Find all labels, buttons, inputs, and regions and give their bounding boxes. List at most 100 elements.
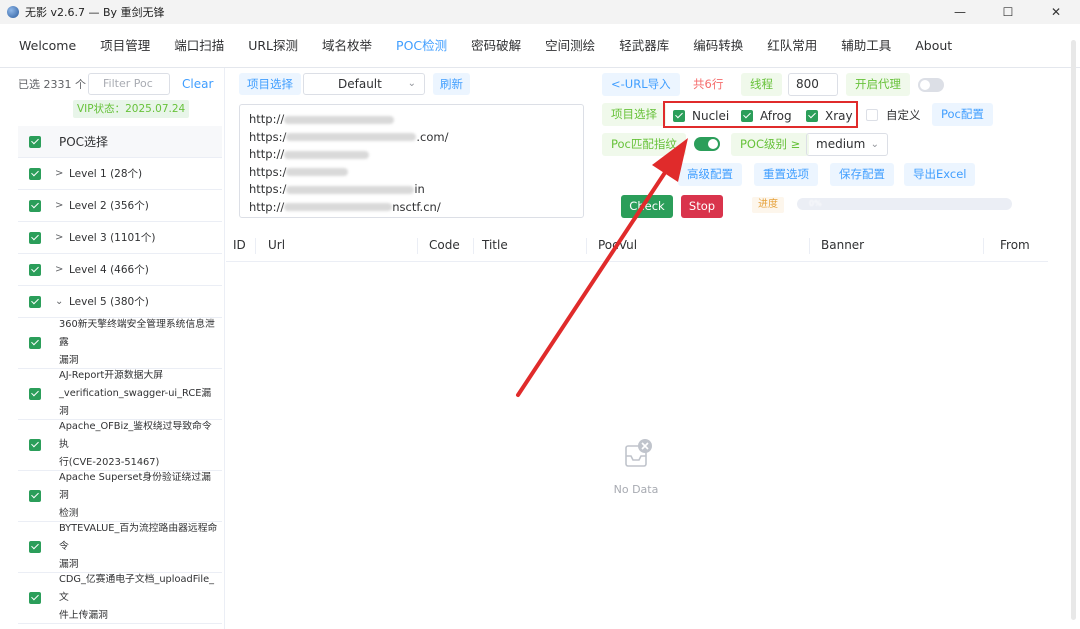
thread-count-input[interactable]: 800: [788, 73, 838, 96]
custom-engine[interactable]: 自定义: [866, 107, 921, 123]
menu-tools[interactable]: 辅助工具: [829, 24, 903, 68]
checkbox-checked-icon[interactable]: [673, 110, 685, 122]
selected-count: 已选 2331 个: [18, 78, 86, 91]
tree-level-5[interactable]: ⌄ Level 5 (380个): [18, 286, 222, 318]
reset-options-button[interactable]: 重置选项: [754, 163, 818, 186]
menu-poc-detect[interactable]: POC检测: [384, 24, 459, 68]
poc-item[interactable]: Apache_OFBiz_鉴权绕过导致命令执 行(CVE-2023-51467): [18, 420, 222, 471]
menu-port-scan[interactable]: 端口扫描: [162, 24, 236, 68]
close-button[interactable]: ✕: [1032, 0, 1080, 24]
minimize-button[interactable]: —: [936, 0, 984, 24]
column-title[interactable]: Title: [482, 230, 508, 262]
checkbox-checked-icon[interactable]: [29, 337, 41, 349]
poc-item[interactable]: 360新天擎终端安全管理系统信息泄露 漏洞: [18, 318, 222, 369]
engine-afrog[interactable]: Afrog: [741, 109, 792, 123]
url-line: http://: [249, 111, 574, 129]
advanced-config-button[interactable]: 高级配置: [678, 163, 742, 186]
column-id[interactable]: ID: [233, 230, 246, 262]
progress-label: 进度: [752, 197, 784, 213]
progress-text: 0%: [809, 199, 822, 208]
checkbox-unchecked-icon[interactable]: [866, 109, 878, 121]
checkbox-checked-icon[interactable]: [29, 167, 41, 180]
engine-selection-highlight: Nuclei Afrog Xray: [663, 101, 858, 128]
total-lines-count: 共6行: [693, 77, 724, 91]
poc-item[interactable]: CDG_亿赛通电子文档_uploadFile_文 件上传漏洞: [18, 573, 222, 624]
tree-level-3[interactable]: > Level 3 (1101个): [18, 222, 222, 254]
url-line: http://: [249, 146, 574, 164]
url-import-button[interactable]: <-URL导入: [602, 73, 680, 96]
menu-project[interactable]: 项目管理: [88, 24, 162, 68]
engine-label: Nuclei: [692, 109, 730, 123]
column-from[interactable]: From: [1000, 230, 1030, 262]
chevron-right-icon[interactable]: >: [55, 168, 63, 179]
url-line: http://nsctf.cn/: [249, 199, 441, 214]
refresh-button[interactable]: 刷新: [433, 73, 470, 95]
menu-domain-enum[interactable]: 域名枚举: [310, 24, 384, 68]
checkbox-checked-icon[interactable]: [29, 490, 41, 502]
sidebar-divider: [224, 68, 225, 629]
poc-name: Apache_OFBiz_鉴权绕过导致命令执: [59, 421, 212, 450]
project-select-label: 项目选择: [239, 73, 301, 95]
chevron-right-icon[interactable]: >: [55, 264, 63, 275]
poc-name: BYTEVALUE_百为流控路由器远程命令: [59, 523, 218, 552]
checkbox-checked-icon[interactable]: [29, 295, 41, 308]
checkbox-checked-icon[interactable]: [806, 110, 818, 122]
menu-red-team[interactable]: 红队常用: [755, 24, 829, 68]
proxy-toggle[interactable]: [918, 78, 944, 92]
poc-item[interactable]: AJ-Report开源数据大屏 _verification_swagger-ui_…: [18, 369, 222, 420]
clear-button[interactable]: Clear: [176, 73, 219, 95]
window-scrollbar[interactable]: [1071, 40, 1076, 620]
chevron-down-icon[interactable]: ⌄: [55, 296, 63, 307]
results-table-header: ID Url Code Title PocVul Banner From: [226, 230, 1048, 262]
stop-button[interactable]: Stop: [681, 195, 723, 218]
chevron-right-icon[interactable]: >: [55, 200, 63, 211]
checkbox-checked-icon[interactable]: [29, 231, 41, 244]
tree-level-2[interactable]: > Level 2 (356个): [18, 190, 222, 222]
menu-about[interactable]: About: [903, 24, 964, 68]
menu-password-crack[interactable]: 密码破解: [459, 24, 533, 68]
checkbox-checked-icon[interactable]: [741, 110, 753, 122]
poc-tree: POC选择 > Level 1 (28个) > Level 2 (356个) >…: [18, 126, 222, 624]
engine-xray[interactable]: Xray: [806, 109, 853, 123]
checkbox-checked-icon[interactable]: [29, 263, 41, 276]
menu-light-weapons[interactable]: 轻武器库: [607, 24, 681, 68]
project-select-value: Default: [338, 77, 382, 91]
checkbox-checked-icon[interactable]: [29, 135, 41, 148]
column-pocvul[interactable]: PocVul: [598, 230, 637, 262]
window-controls: — ☐ ✕: [936, 0, 1080, 24]
maximize-button[interactable]: ☐: [984, 0, 1032, 24]
tree-level-4[interactable]: > Level 4 (466个): [18, 254, 222, 286]
column-code[interactable]: Code: [429, 230, 460, 262]
export-excel-button[interactable]: 导出Excel: [904, 163, 976, 186]
tree-header-label: POC选择: [59, 135, 109, 149]
menu-welcome[interactable]: Welcome: [7, 24, 88, 68]
filter-poc-input[interactable]: Filter Poc: [88, 73, 170, 95]
poc-config-button[interactable]: Poc配置: [932, 103, 993, 126]
title-bar: 无影 v2.6.7 — By 重剑无锋 — ☐ ✕: [0, 0, 1080, 24]
menu-url-probe[interactable]: URL探测: [236, 24, 310, 68]
column-banner[interactable]: Banner: [821, 230, 864, 262]
engine-nuclei[interactable]: Nuclei: [673, 109, 729, 123]
menu-space-mapping[interactable]: 空间测绘: [533, 24, 607, 68]
vip-status-badge: VIP状态：2025.07.24: [73, 100, 190, 118]
project-select[interactable]: Default ⌄: [303, 73, 425, 95]
poc-item[interactable]: BYTEVALUE_百为流控路由器远程命令 漏洞: [18, 522, 222, 573]
menu-encoding[interactable]: 编码转换: [681, 24, 755, 68]
column-url[interactable]: Url: [268, 230, 285, 262]
chevron-right-icon[interactable]: >: [55, 232, 63, 243]
poc-level-select[interactable]: medium ⌄: [806, 133, 888, 156]
custom-label: 自定义: [886, 108, 921, 122]
checkbox-checked-icon[interactable]: [29, 541, 41, 553]
checkbox-checked-icon[interactable]: [29, 199, 41, 212]
checkbox-checked-icon[interactable]: [29, 388, 41, 400]
url-line: https:/in: [249, 182, 425, 196]
save-config-button[interactable]: 保存配置: [830, 163, 894, 186]
poc-item[interactable]: Apache Superset身份验证绕过漏洞 检测: [18, 471, 222, 522]
fingerprint-toggle[interactable]: [694, 137, 720, 151]
checkbox-checked-icon[interactable]: [29, 592, 41, 604]
tree-level-1[interactable]: > Level 1 (28个): [18, 158, 222, 190]
url-list-textarea[interactable]: http:// https:/.com/ http:// https:/ htt…: [239, 104, 584, 218]
checkbox-checked-icon[interactable]: [29, 439, 41, 451]
check-button[interactable]: Check: [621, 195, 673, 218]
tree-header[interactable]: POC选择: [18, 126, 222, 158]
